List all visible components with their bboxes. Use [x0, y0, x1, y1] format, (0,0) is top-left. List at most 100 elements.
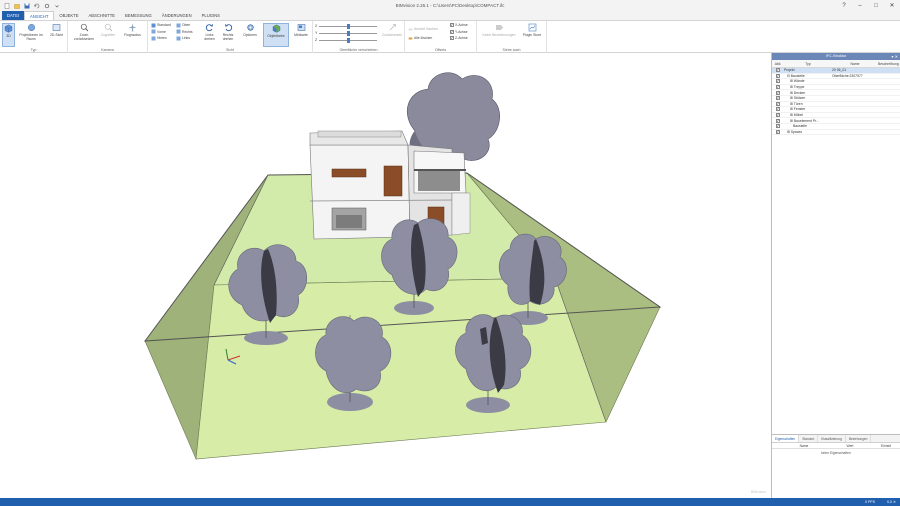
tab-ansicht[interactable]: ANSICHT [24, 11, 55, 20]
maximize-button[interactable]: □ [868, 0, 884, 11]
plugin-store-label: Plugin Store [522, 33, 542, 37]
x-achse-label: X-Achse [455, 23, 468, 27]
col-beschreibung[interactable]: Beschreibung [878, 62, 900, 66]
group-label-siehe-auch: Siehe auch [502, 48, 521, 52]
tab-beziehungen[interactable]: Beziehungen [846, 435, 872, 442]
col-prop-wert[interactable]: Wert [828, 444, 872, 448]
tab-klassifizierung[interactable]: Klassifizierung [818, 435, 846, 442]
tree-row-typ: ⊞ Treppe [790, 85, 805, 90]
save-icon[interactable] [23, 2, 30, 9]
view-3d-button[interactable]: 3D [2, 23, 15, 47]
tab-aenderungen[interactable]: ÄNDERUNGEN [157, 11, 197, 20]
window-upper-left[interactable] [331, 168, 367, 178]
plugin-store-button[interactable]: Plugin Store [521, 23, 543, 37]
slider-x-thumb[interactable] [346, 23, 350, 29]
x-achse-checkbox[interactable]: ✓ [450, 23, 454, 27]
projection-icon [26, 23, 36, 32]
tree-row-typ: ⊞ Möbel [790, 113, 804, 118]
tree-row-typ: ⊞ Fenster [790, 107, 806, 112]
slider-z-thumb[interactable] [346, 37, 350, 43]
tree-row-typ: ⊟ Baustelle [787, 73, 805, 78]
col-prop-einheit[interactable]: Einheit [872, 444, 900, 448]
flugmodus-button[interactable]: Flugmodus [120, 23, 145, 37]
view-links-button[interactable]: Links [176, 35, 190, 41]
view-rechts-button[interactable]: Rechts [176, 29, 193, 35]
view-oben-button[interactable]: Oben [176, 22, 190, 28]
zuruecksetzen-button[interactable]: Zurücksetzen [381, 23, 403, 37]
balcony-inner [418, 171, 460, 191]
slider-z[interactable] [319, 37, 378, 43]
door-upper[interactable] [383, 165, 403, 197]
view-oben-label: Oben [182, 23, 191, 27]
slider-y[interactable] [319, 30, 378, 36]
tab-eigenschaften[interactable]: Eigenschaften [772, 435, 800, 442]
col-name[interactable]: Name [832, 62, 878, 66]
visibility-checkbox[interactable]: ✓ [776, 90, 780, 95]
x-achse-toggle[interactable]: ✓ X-Achse [450, 22, 468, 28]
view-standard-button[interactable]: Standard [151, 22, 171, 28]
visibility-checkbox[interactable]: ✓ [776, 113, 780, 118]
zugreifen-button[interactable]: Zugreifen [98, 23, 118, 37]
optionen-button[interactable]: Optionen [239, 23, 261, 37]
visibility-checkbox[interactable]: ✓ [776, 73, 780, 78]
visibility-checkbox[interactable]: ✓ [776, 96, 780, 101]
undo-icon[interactable] [33, 2, 40, 9]
rotate-right-button[interactable]: Rechts drehen [219, 23, 237, 41]
rotate-left-button[interactable]: Links drehen [201, 23, 218, 41]
tree-row-typ: ⊞ Stützen [790, 96, 806, 101]
visibility-checkbox[interactable]: ✓ [776, 118, 780, 123]
visibility-checkbox[interactable]: ✓ [776, 101, 780, 106]
visibility-checkbox[interactable]: ✓ [776, 129, 780, 134]
settings-icon[interactable] [43, 2, 50, 9]
open-folder-icon[interactable] [13, 2, 20, 9]
side-wall-terrace [451, 192, 471, 236]
new-file-icon[interactable] [3, 2, 10, 9]
group-label-oberflaeche: Oberfläche verschieben [339, 48, 378, 52]
zoom-reset-button[interactable]: Zoom zurücksetzen [71, 23, 97, 41]
rotate-left-label: Links drehen [204, 33, 215, 41]
tab-abschnitte[interactable]: ABSCHNITTE [84, 11, 121, 20]
panel-pin-close-icon[interactable]: ▾ ✕ [892, 53, 898, 60]
z-achse-checkbox[interactable]: ✓ [450, 36, 454, 40]
tab-bemessung[interactable]: BEMESSUNG [120, 11, 157, 20]
visibility-checkbox[interactable]: ✓ [776, 124, 780, 129]
col-typ[interactable]: Typ [784, 62, 832, 66]
view-3d-label: 3D [6, 34, 11, 38]
col-prop-name[interactable]: Name [780, 444, 828, 448]
3d-viewport[interactable]: BIMvision [0, 53, 770, 498]
projektionen-button[interactable]: Projektionen im Raum [17, 23, 45, 41]
view-hinten-button[interactable]: Hinten [151, 35, 167, 41]
gear-icon [245, 23, 255, 32]
y-achse-checkbox[interactable]: ✓ [450, 29, 454, 34]
tree-row[interactable]: ✓ ⊞ Spaces [772, 129, 900, 136]
minimize-button[interactable]: – [852, 0, 868, 11]
tab-plugins[interactable]: PLUGINS [197, 11, 225, 20]
view-vorne-button[interactable]: Vorne [151, 29, 166, 35]
fps-readout: 0 FPS [864, 500, 875, 504]
visibility-checkbox[interactable]: ✓ [776, 85, 780, 90]
objektfarbe-button[interactable]: Objektfarbe [263, 23, 289, 47]
slider-z-label: Z [315, 38, 318, 42]
help-button[interactable]: ? [836, 0, 852, 11]
tab-datei[interactable]: DATEI [2, 11, 25, 20]
close-button[interactable]: ✕ [884, 0, 900, 11]
z-achse-toggle[interactable]: ✓ Z-Achse [450, 35, 468, 41]
alle-loeschen-button[interactable]: Alle löschen [408, 35, 432, 41]
visibility-checkbox[interactable]: ✓ [776, 68, 780, 73]
visibility-checkbox[interactable]: ✓ [776, 107, 780, 112]
tab-objekte[interactable]: OBJEKTE [54, 11, 83, 20]
window-title: BIMvision 2.26.1 - C:\Users\PC\Desktop\C… [395, 3, 505, 8]
minikarte-button[interactable]: Minikarte [291, 23, 311, 37]
tab-standort[interactable]: Standort [799, 435, 819, 442]
visibility-checkbox[interactable]: ✓ [776, 79, 780, 84]
ribbon-group-siehe-auch: Keine Bezeichnungen Plugin Store Siehe a… [477, 21, 547, 53]
ansicht-loeschen-button[interactable]: Ansicht löschen [408, 26, 438, 32]
keine-bezeichnungen-button[interactable]: Keine Bezeichnungen [480, 23, 518, 37]
view-2d-button[interactable]: 2D-Sicht [47, 23, 66, 37]
y-achse-toggle[interactable]: ✓ Y-Achse [450, 29, 468, 35]
viewport-watermark: BIMvision [750, 490, 766, 494]
customize-toolbar-icon[interactable] [53, 2, 60, 9]
slider-y-thumb[interactable] [346, 30, 350, 36]
col-active[interactable]: Akti. [772, 62, 784, 66]
slider-x[interactable] [319, 23, 378, 29]
